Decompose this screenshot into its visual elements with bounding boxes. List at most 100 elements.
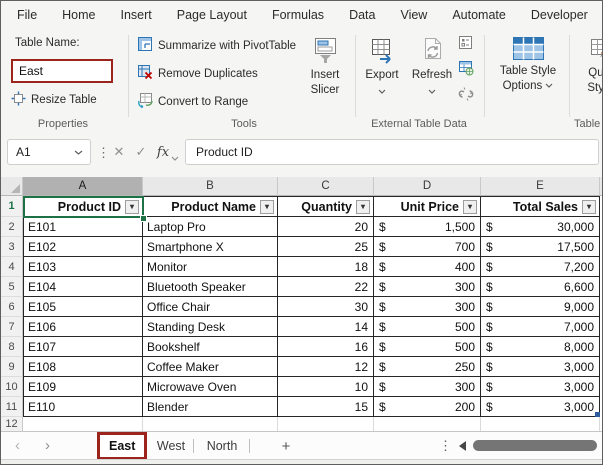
cell-quantity[interactable]: 15: [278, 397, 374, 417]
filter-dropdown-icon[interactable]: ▾: [582, 199, 596, 214]
cell-unit-price[interactable]: $300: [374, 277, 481, 297]
cell-unit-price[interactable]: $400: [374, 257, 481, 277]
row-number[interactable]: 6: [1, 297, 23, 317]
filter-dropdown-icon[interactable]: ▾: [356, 199, 370, 214]
cell-product-id[interactable]: E102: [23, 237, 143, 257]
resize-table-button[interactable]: Resize Table: [11, 91, 97, 109]
unlink-button[interactable]: [458, 86, 474, 105]
empty-cell[interactable]: [143, 417, 278, 431]
row-number[interactable]: 9: [1, 357, 23, 377]
tab-insert[interactable]: Insert: [121, 1, 152, 29]
tab-overflow-menu-icon[interactable]: ⋮: [439, 436, 452, 456]
cell-product-name[interactable]: Office Chair: [143, 297, 278, 317]
add-sheet-button[interactable]: +: [277, 432, 295, 460]
cell-product-id[interactable]: E106: [23, 317, 143, 337]
row-number[interactable]: 7: [1, 317, 23, 337]
cell-total-sales[interactable]: $3,000: [481, 357, 600, 377]
cell-quantity[interactable]: 12: [278, 357, 374, 377]
cell-total-sales[interactable]: $17,500: [481, 237, 600, 257]
cell-total-sales[interactable]: $7,000: [481, 317, 600, 337]
table-style-options-button[interactable]: Table Style Options: [489, 37, 567, 94]
empty-cell[interactable]: [374, 417, 481, 431]
cell-product-name[interactable]: Microwave Oven: [143, 377, 278, 397]
cell-unit-price[interactable]: $500: [374, 337, 481, 357]
cell-quantity[interactable]: 18: [278, 257, 374, 277]
hscroll-left-arrow-icon[interactable]: [459, 441, 466, 451]
cell-unit-price[interactable]: $500: [374, 317, 481, 337]
header-cell-product-id[interactable]: Product ID ▾: [23, 196, 143, 217]
quick-styles-button[interactable]: Quick Styles: [573, 37, 602, 96]
tab-data[interactable]: Data: [349, 1, 375, 29]
cell-product-name[interactable]: Laptop Pro: [143, 217, 278, 237]
column-header-d[interactable]: D: [374, 177, 481, 196]
cell-quantity[interactable]: 10: [278, 377, 374, 397]
cell-product-id[interactable]: E109: [23, 377, 143, 397]
row-number[interactable]: 8: [1, 337, 23, 357]
cell-product-name[interactable]: Bluetooth Speaker: [143, 277, 278, 297]
summarize-pivottable-button[interactable]: Summarize with PivotTable: [137, 36, 296, 55]
cell-product-id[interactable]: E110: [23, 397, 143, 417]
cell-product-id[interactable]: E108: [23, 357, 143, 377]
cell-product-id[interactable]: E103: [23, 257, 143, 277]
cell-product-id[interactable]: E104: [23, 277, 143, 297]
cell-product-name[interactable]: Monitor: [143, 257, 278, 277]
table-name-input[interactable]: East: [11, 59, 113, 83]
header-cell-product-name[interactable]: Product Name ▾: [143, 196, 278, 217]
tab-home[interactable]: Home: [62, 1, 95, 29]
row-number[interactable]: 2: [1, 217, 23, 237]
column-header-b[interactable]: B: [143, 177, 278, 196]
cell-quantity[interactable]: 14: [278, 317, 374, 337]
name-box[interactable]: A1: [7, 139, 91, 165]
cell-product-id[interactable]: E101: [23, 217, 143, 237]
sheet-nav-prev-icon[interactable]: ‹: [15, 436, 20, 456]
header-cell-quantity[interactable]: Quantity ▾: [278, 196, 374, 217]
insert-function-button[interactable]: fx: [153, 139, 173, 165]
header-cell-total-sales[interactable]: Total Sales ▾: [481, 196, 600, 217]
cell-total-sales[interactable]: $30,000: [481, 217, 600, 237]
row-number[interactable]: 4: [1, 257, 23, 277]
cell-quantity[interactable]: 20: [278, 217, 374, 237]
cell-quantity[interactable]: 30: [278, 297, 374, 317]
cell-product-name[interactable]: Smartphone X: [143, 237, 278, 257]
row-number[interactable]: 3: [1, 237, 23, 257]
cell-total-sales[interactable]: $6,600: [481, 277, 600, 297]
horizontal-scrollbar-thumb[interactable]: [473, 440, 597, 451]
tab-file[interactable]: File: [17, 1, 37, 29]
column-header-c[interactable]: C: [278, 177, 374, 196]
cell-product-name[interactable]: Bookshelf: [143, 337, 278, 357]
sheet-tab-west[interactable]: West: [149, 432, 193, 460]
formula-input[interactable]: Product ID: [185, 139, 599, 165]
open-in-browser-button[interactable]: [458, 60, 474, 79]
row-number[interactable]: 1: [1, 196, 23, 217]
cell-quantity[interactable]: 25: [278, 237, 374, 257]
cell-total-sales[interactable]: $8,000: [481, 337, 600, 357]
cancel-button[interactable]: ✕: [109, 139, 129, 165]
row-number[interactable]: 11: [1, 397, 23, 417]
column-header-e[interactable]: E: [481, 177, 600, 196]
cell-unit-price[interactable]: $1,500: [374, 217, 481, 237]
cell-unit-price[interactable]: $250: [374, 357, 481, 377]
column-header-a[interactable]: A: [23, 177, 143, 196]
refresh-button[interactable]: Refresh: [409, 37, 455, 100]
tab-formulas[interactable]: Formulas: [272, 1, 324, 29]
empty-cell[interactable]: [278, 417, 374, 431]
row-number[interactable]: 5: [1, 277, 23, 297]
cell-unit-price[interactable]: $700: [374, 237, 481, 257]
cell-product-id[interactable]: E105: [23, 297, 143, 317]
data-range-properties-button[interactable]: [458, 35, 473, 53]
empty-cell[interactable]: [481, 417, 600, 431]
tab-page-layout[interactable]: Page Layout: [177, 1, 247, 29]
cell-unit-price[interactable]: $300: [374, 377, 481, 397]
filter-dropdown-icon[interactable]: ▾: [260, 199, 274, 214]
cell-product-id[interactable]: E107: [23, 337, 143, 357]
cell-product-name[interactable]: Standing Desk: [143, 317, 278, 337]
row-number[interactable]: 12: [1, 417, 23, 431]
insert-slicer-button[interactable]: Insert Slicer: [299, 37, 351, 98]
cell-total-sales[interactable]: $3,000: [481, 397, 600, 417]
cell-total-sales[interactable]: $7,200: [481, 257, 600, 277]
remove-duplicates-button[interactable]: Remove Duplicates: [137, 64, 258, 83]
cell-product-name[interactable]: Blender: [143, 397, 278, 417]
filter-dropdown-icon[interactable]: ▾: [463, 199, 477, 214]
tab-automate[interactable]: Automate: [452, 1, 506, 29]
empty-cell[interactable]: [23, 417, 143, 431]
